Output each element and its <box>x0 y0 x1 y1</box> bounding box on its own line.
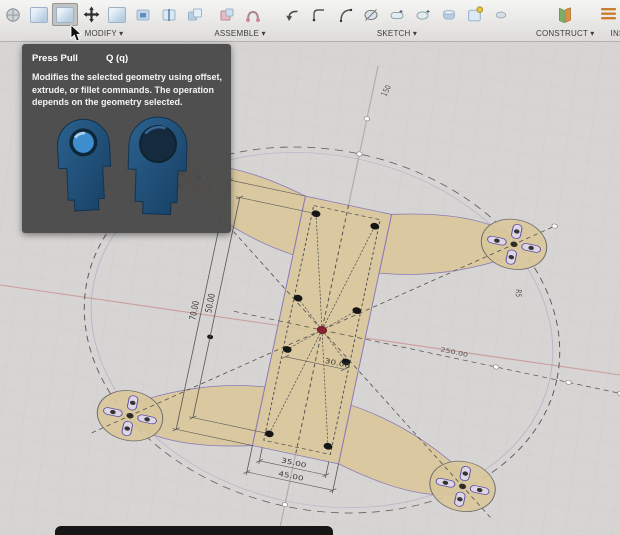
press-pull-tooltip: Press Pull Q (q) Modifies the selected g… <box>22 44 231 233</box>
modify-dropdown[interactable]: MODIFY ▾ <box>85 29 124 38</box>
mouse-cursor <box>70 25 84 48</box>
bottom-taskbar[interactable] <box>55 526 333 535</box>
menu-icon[interactable] <box>601 7 617 26</box>
press-pull-icon-glyph <box>56 7 74 23</box>
offset-face-icon-glyph <box>108 7 126 23</box>
tooltip-title: Press Pull <box>32 53 78 64</box>
joint-icon[interactable] <box>240 3 266 26</box>
cylinder-icon[interactable] <box>436 3 462 26</box>
tooltip-description: Modifies the selected geometry using off… <box>32 71 224 109</box>
undo-arrow-icon[interactable] <box>280 3 306 26</box>
fillet-icon[interactable] <box>306 3 332 26</box>
tooltip-preview <box>32 113 221 226</box>
orbit-icon[interactable] <box>0 3 26 26</box>
split-body-icon[interactable] <box>156 3 182 26</box>
press-pull-before-part <box>56 118 113 212</box>
oval-icon[interactable] <box>410 3 436 26</box>
slot-icon[interactable] <box>384 3 410 26</box>
construct-dropdown[interactable]: CONSTRUCT ▾ <box>536 29 595 38</box>
extrude-icon[interactable] <box>26 3 52 26</box>
new-component-icon[interactable] <box>214 3 240 26</box>
toolbar-group-assemble: ASSEMBLE ▾ <box>214 0 266 38</box>
offset-face-icon[interactable] <box>104 3 130 26</box>
move-icon[interactable] <box>78 3 104 26</box>
dim-radius: R5 <box>514 289 524 298</box>
construct-plane-icon[interactable] <box>552 3 578 26</box>
toolbar: MODIFY ▾ ASSEMBLE ▾ <box>0 0 620 42</box>
extrude-icon-glyph <box>30 7 48 23</box>
assemble-dropdown[interactable]: ASSEMBLE ▾ <box>214 29 265 38</box>
shell-icon[interactable] <box>130 3 156 26</box>
tooltip-shortcut: Q (q) <box>106 53 128 64</box>
inspect-dropdown[interactable]: INSPECT ▾ <box>611 29 620 38</box>
toolbar-group-sketch: SKETCH ▾ <box>280 0 514 38</box>
revolve-icon[interactable] <box>488 3 514 26</box>
combine-icon[interactable] <box>182 3 208 26</box>
ellipse-icon[interactable] <box>358 3 384 26</box>
sketch-dropdown[interactable]: SKETCH ▾ <box>377 29 417 38</box>
press-pull-after-part <box>127 116 188 215</box>
create-sketch-icon[interactable] <box>462 3 488 26</box>
arc-icon[interactable] <box>332 3 358 26</box>
toolbar-group-modify: MODIFY ▾ <box>0 0 208 38</box>
toolbar-group-construct: CONSTRUCT ▾ <box>536 0 595 38</box>
press-pull-icon[interactable] <box>52 3 78 26</box>
